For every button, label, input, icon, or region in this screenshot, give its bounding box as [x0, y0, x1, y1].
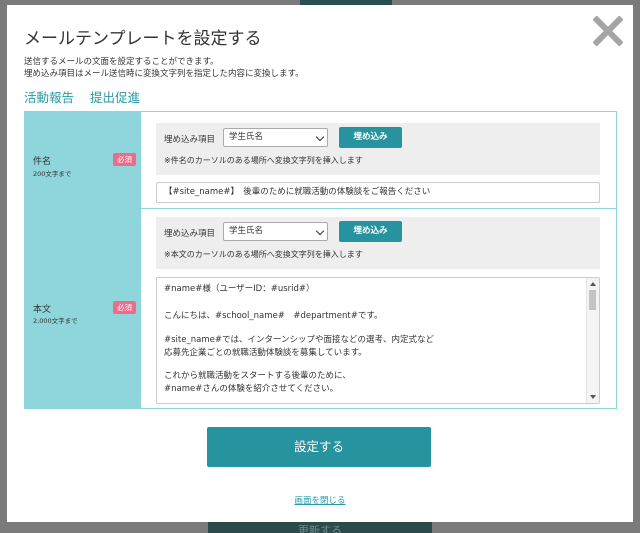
embed-select-value: 学生氏名	[229, 226, 264, 236]
embed-select-value: 学生氏名	[229, 132, 264, 142]
embed-note: ※件名のカーソルのある場所へ変換文字列を挿入します	[164, 156, 363, 165]
subject-label-cell: 件名 200文字まで 必須	[25, 112, 141, 208]
body-line: これから就職活動をスタートする後輩のために、	[164, 371, 351, 381]
textarea-scrollbar[interactable]	[586, 278, 599, 403]
template-form: 件名 200文字まで 必須 埋め込み項目 学生氏名 埋め込み ※件名のカーソルの…	[24, 111, 617, 409]
required-badge: 必須	[113, 301, 136, 314]
subject-embed-button[interactable]: 埋め込み	[339, 127, 402, 148]
modal-title: メールテンプレートを設定する	[24, 29, 262, 49]
embed-note: ※本文のカーソルのある場所へ変換文字列を挿入します	[164, 250, 363, 259]
required-badge: 必須	[113, 153, 136, 166]
subject-label: 件名	[33, 157, 52, 167]
tab-submission-reminder[interactable]: 提出促進	[90, 90, 140, 105]
modal-description: 送信するメールの文面を設定することができます。 埋め込み項目はメール送信時に変換…	[24, 56, 304, 80]
body-limit: 2,000文字まで	[33, 317, 78, 325]
template-tabs: 活動報告 提出促進	[24, 87, 152, 106]
body-embed-button[interactable]: 埋め込み	[339, 221, 402, 242]
template-modal: メールテンプレートを設定する 送信するメールの文面を設定することができます。 埋…	[7, 5, 633, 522]
body-label: 本文	[33, 305, 52, 315]
submit-button[interactable]: 設定する	[207, 427, 431, 467]
close-link[interactable]: 画面を閉じる	[7, 494, 633, 506]
subject-input[interactable]: 【#site_name#】 後輩のために就職活動の体験談をご報告ください	[156, 182, 600, 203]
chevron-down-icon	[315, 226, 325, 236]
description-line-2: 埋め込み項目はメール送信時に変換文字列を指定した内容に変換します。	[24, 69, 304, 79]
body-label-cell: 本文 2,000文字まで 必須	[25, 209, 141, 408]
body-row: 本文 2,000文字まで 必須 埋め込み項目 学生氏名 埋め込み ※本文のカーソ…	[25, 209, 616, 408]
background-update-button: 更新する	[208, 522, 432, 533]
body-line: #name#様（ユーザーID：#usrid#）	[164, 284, 315, 294]
subject-embed-select[interactable]: 学生氏名	[223, 128, 328, 147]
chevron-down-icon	[315, 132, 325, 142]
subject-row: 件名 200文字まで 必須 埋め込み項目 学生氏名 埋め込み ※件名のカーソルの…	[25, 112, 616, 209]
body-embed-box: 埋め込み項目 学生氏名 埋め込み ※本文のカーソルのある場所へ変換文字列を挿入し…	[156, 217, 600, 269]
scroll-up-icon[interactable]	[590, 282, 596, 286]
subject-limit: 200文字まで	[33, 170, 72, 178]
subject-embed-box: 埋め込み項目 学生氏名 埋め込み ※件名のカーソルのある場所へ変換文字列を挿入し…	[156, 123, 600, 175]
body-textarea[interactable]: #name#様（ユーザーID：#usrid#） こんにちは、#school_na…	[156, 277, 600, 404]
description-line-1: 送信するメールの文面を設定することができます。	[24, 57, 219, 67]
body-line: 応募先企業ごとの就職活動体験談を募集しています。	[164, 348, 367, 358]
embed-label: 埋め込み項目	[164, 135, 216, 145]
body-line: #site_name#では、インターンシップや面接などの選考、内定式など	[164, 335, 435, 345]
tab-activity-report[interactable]: 活動報告	[24, 90, 74, 105]
embed-label: 埋め込み項目	[164, 229, 216, 239]
scroll-down-icon[interactable]	[590, 395, 596, 399]
body-embed-select[interactable]: 学生氏名	[223, 222, 328, 241]
body-line: #name#さんの体験を紹介させてください。	[164, 384, 339, 394]
scroll-thumb[interactable]	[589, 290, 596, 310]
close-icon[interactable]	[590, 14, 624, 48]
body-line: こんにちは、#school_name# #department#です。	[164, 311, 383, 321]
